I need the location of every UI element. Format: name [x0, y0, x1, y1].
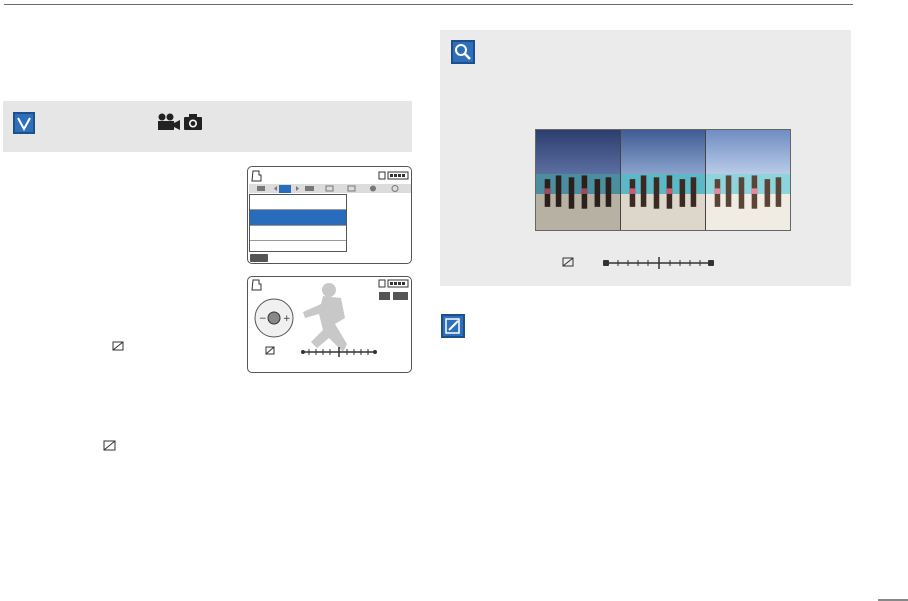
menu-row: [250, 195, 346, 210]
magnifier-icon: [451, 40, 475, 64]
menu-icon: [250, 254, 268, 262]
top-divider: [4, 4, 853, 5]
svg-text:+: +: [283, 314, 291, 324]
lcd-menu-top-bar: [249, 170, 411, 193]
camera-icon: [184, 114, 202, 130]
hand-mode-icon: [251, 170, 262, 182]
photo-bright: [706, 130, 790, 230]
exposure-slider: [301, 347, 377, 357]
mode-icons: [156, 112, 204, 132]
video-camera-icon: [158, 113, 180, 130]
exposure-icon: [265, 346, 275, 355]
hand-mode-icon: [251, 279, 262, 291]
svg-text:−: −: [259, 314, 267, 324]
menu-row-selected: [250, 210, 346, 226]
photo-dark: [536, 130, 621, 230]
lcd-adjust-content: − +: [251, 279, 409, 357]
exposure-icon: [112, 341, 124, 351]
photo-normal: [621, 130, 706, 230]
exposure-comparison-photos: [535, 129, 791, 231]
exposure-icon: [103, 440, 116, 451]
menu-row: [250, 226, 346, 241]
dancer-silhouette: [303, 283, 347, 352]
check-icon: [13, 112, 35, 134]
lcd-menu-list: [249, 194, 347, 252]
exposure-icon: [562, 257, 574, 267]
section-header-band: [3, 101, 412, 152]
dial-control-icon: − +: [254, 298, 294, 338]
pencil-note-icon: [441, 314, 465, 338]
panel-exposure-scale: [562, 257, 714, 269]
